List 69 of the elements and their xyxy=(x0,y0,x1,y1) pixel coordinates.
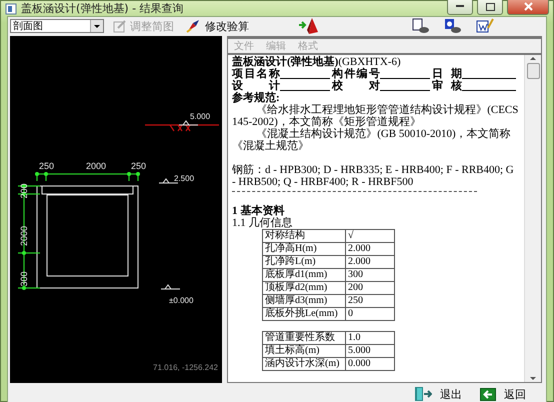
table-cell: 250 xyxy=(346,294,394,308)
dimension-label: 300 xyxy=(19,271,29,287)
elevation-label: 5.000 xyxy=(190,112,210,121)
scroll-thumb[interactable] xyxy=(526,63,540,79)
table-cell: 填土标高(m) xyxy=(262,344,346,358)
table-cell: 300 xyxy=(346,268,394,282)
elevation-marker-icon xyxy=(160,284,180,290)
table-cell: √ xyxy=(346,230,394,242)
section-heading: 1 基本资料 xyxy=(232,205,286,217)
form-label: 审 核 xyxy=(432,80,462,92)
minimize-icon xyxy=(456,5,464,8)
table-cell: 孔净高H(m) xyxy=(262,242,346,256)
word-export-icon[interactable] xyxy=(476,17,494,35)
close-button[interactable] xyxy=(507,0,549,15)
back-arrow-icon xyxy=(480,388,496,400)
table-cell: 5.000 xyxy=(346,344,394,358)
table-cell: 侧墙厚d3(mm) xyxy=(262,294,346,308)
minimize-button[interactable] xyxy=(447,0,473,15)
paint-brush-icon xyxy=(186,19,202,33)
form-label: 项目名称 xyxy=(232,68,280,80)
document-preview-icon[interactable] xyxy=(412,17,430,35)
table-cell: 底板外挑Le(mm) xyxy=(262,308,346,320)
reference-text: 《给水排水工程埋地矩形管管道结构设计规程》(CECS 145-2002)，本文简称《矩形管道规程》 xyxy=(232,104,520,128)
dimension-label: 2000 xyxy=(19,226,29,246)
footer-button[interactable]: 返回 xyxy=(474,385,532,402)
window-title: 盖板涵设计(弹性地基) - 结果查询 xyxy=(21,1,185,16)
maximize-button[interactable] xyxy=(477,0,503,15)
scroll-down-icon[interactable] xyxy=(529,376,537,382)
table-cell: 对称结构 xyxy=(262,230,346,242)
dimension-label: 2000 xyxy=(86,161,106,171)
dimension-label: 250 xyxy=(131,161,146,171)
document-settings-icon[interactable] xyxy=(444,17,462,35)
table-cell: 0 xyxy=(346,308,394,320)
table-cell: 底板厚d1(mm) xyxy=(262,268,346,282)
close-icon xyxy=(524,2,532,11)
table-cell: 0.000 xyxy=(346,358,394,370)
table-cell: 涵内设计水深(m) xyxy=(262,358,346,370)
reference-text: 《混凝土结构设计规范》(GB 50010-2010)，本文简称《混凝土规范》 xyxy=(232,128,512,152)
view-select[interactable]: 剖面图 xyxy=(10,19,104,33)
dimension-label: 200 xyxy=(19,183,29,199)
footer-button[interactable]: 退出 xyxy=(408,385,468,402)
table-cell: 1.0 xyxy=(346,332,394,344)
table-cell: 200 xyxy=(346,282,394,294)
rebar-text: 钢筋：d - HPB300; D - HRB335; E - HRB400; F - RRB400; G - HRB500; Q - HRBF400; R - HRBF500 xyxy=(232,164,515,188)
document-title: 盖板涵设计(弹性地基)(GBXHTX-6) xyxy=(232,56,402,68)
form-label: 设 计 xyxy=(232,80,280,92)
toolbar-button[interactable]: 修改验算 xyxy=(183,18,252,34)
elevation-label: 2.500 xyxy=(174,174,194,183)
maximize-icon xyxy=(486,2,494,10)
dimension-label: 250 xyxy=(39,161,54,171)
table-cell: 2.000 xyxy=(346,242,394,256)
elevation-marker-icon xyxy=(178,120,198,126)
pencil-square-icon xyxy=(113,19,127,33)
subsection-heading: 1.1 几何信息 xyxy=(232,217,294,229)
section-heading: 参考规范: xyxy=(232,92,281,104)
form-label: 构件编号 xyxy=(332,68,380,80)
table-cell: 孔净跨L(m) xyxy=(262,256,346,268)
form-label: 日 期 xyxy=(432,68,462,80)
scrollbar[interactable] xyxy=(524,55,541,382)
app-icon xyxy=(5,2,17,14)
run-pyramid-icon[interactable] xyxy=(298,17,320,35)
table-cell: 顶板厚d2(mm) xyxy=(262,282,346,294)
dropdown-caret-icon xyxy=(90,20,103,32)
table-cell: 管道重要性系数 xyxy=(262,332,346,344)
table-cell: 2.000 xyxy=(346,256,394,268)
elevation-label: ±0.000 xyxy=(169,296,194,305)
door-exit-icon xyxy=(414,386,432,402)
form-label: 校 对 xyxy=(332,80,380,92)
cursor-coordinates: 71.016, -1256.242 xyxy=(153,363,218,372)
